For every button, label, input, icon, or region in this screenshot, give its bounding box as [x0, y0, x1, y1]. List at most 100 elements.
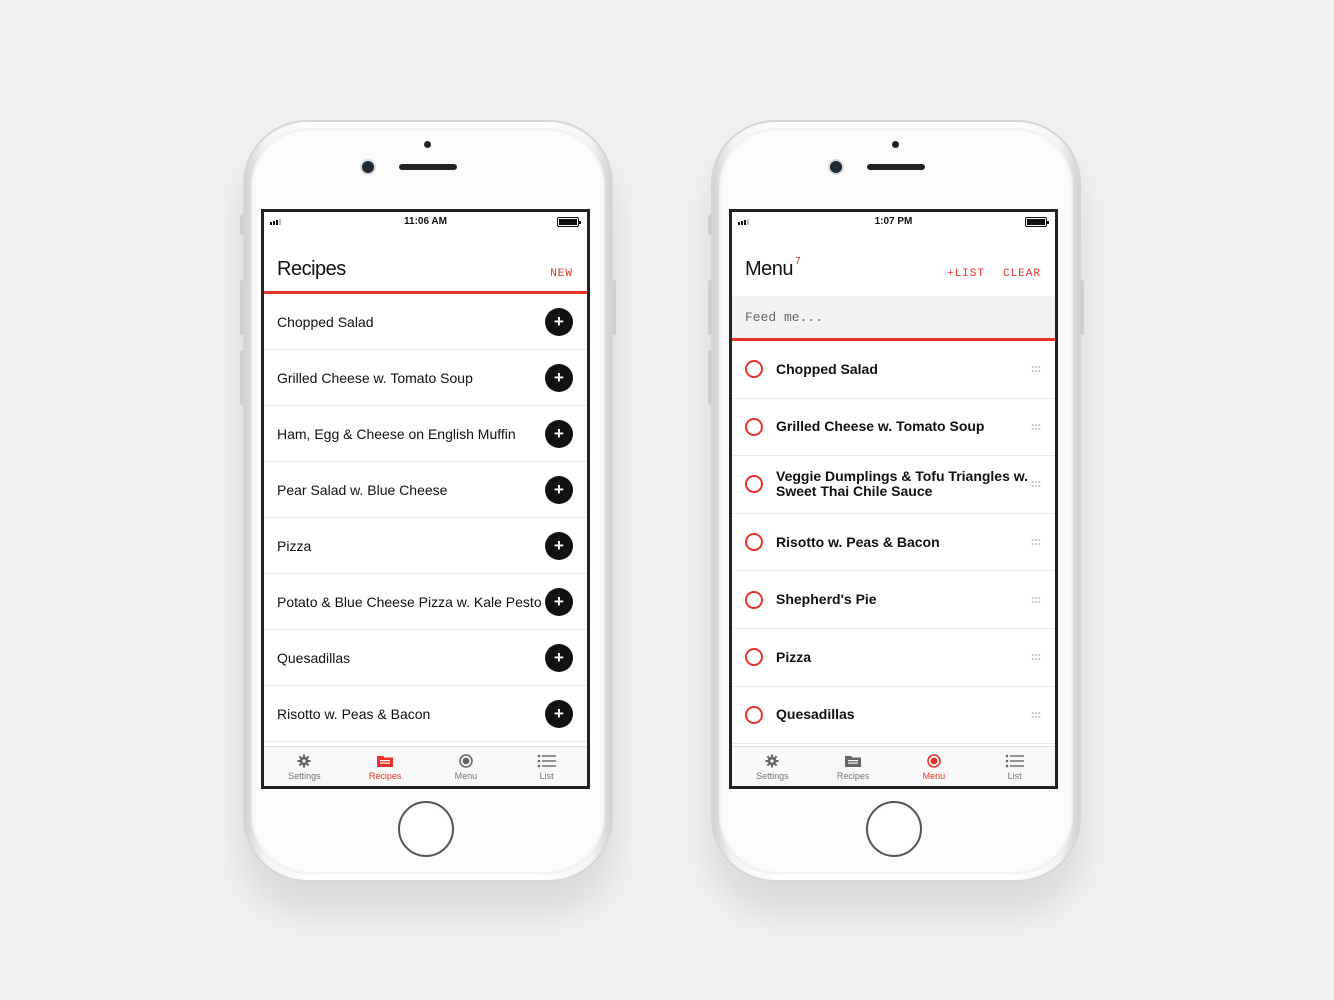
check-circle-icon[interactable] — [745, 417, 763, 436]
target-icon — [927, 753, 941, 769]
feed-input-bar — [732, 296, 1055, 341]
recipe-name: Risotto w. Peas & Bacon — [277, 705, 431, 722]
list-item[interactable]: Chopped Salad + — [264, 294, 587, 350]
earpiece-speaker — [399, 164, 457, 170]
front-camera — [830, 161, 842, 173]
tab-label: Menu — [454, 771, 478, 781]
menu-screen: 1:07 PM Menu7 +LIST CLEAR Chopped SaladG… — [729, 209, 1058, 789]
check-circle-icon[interactable] — [745, 533, 763, 552]
add-to-menu-button[interactable]: + — [545, 531, 573, 560]
tab-label: List — [1007, 771, 1022, 781]
list-item[interactable]: Ham, Egg & Cheese on English Muffin + — [264, 406, 587, 462]
add-to-menu-button[interactable]: + — [545, 587, 573, 616]
home-button[interactable] — [866, 801, 922, 857]
drag-handle-icon[interactable] — [1031, 538, 1041, 547]
tab-list[interactable]: List — [506, 747, 587, 786]
battery-icon — [1025, 217, 1049, 227]
recipes-header: Recipes NEW — [264, 232, 587, 294]
tab-menu[interactable]: Menu — [894, 747, 975, 786]
drag-handle-icon[interactable] — [1031, 710, 1041, 719]
list-item[interactable]: Quesadillas — [732, 687, 1055, 745]
plus-icon: + — [554, 536, 564, 555]
home-button[interactable] — [398, 801, 454, 857]
add-to-menu-button[interactable]: + — [545, 475, 573, 504]
list-item[interactable]: Pizza + — [264, 518, 587, 574]
power-button — [1080, 280, 1084, 335]
check-circle-icon[interactable] — [745, 705, 763, 724]
tab-recipes[interactable]: Recipes — [813, 747, 894, 786]
tab-settings[interactable]: Settings — [264, 747, 345, 786]
list-item[interactable]: Risotto w. Peas & Bacon + — [264, 686, 587, 742]
check-circle-icon[interactable] — [745, 590, 763, 609]
menu-item-name: Pizza — [776, 648, 812, 665]
feed-me-input[interactable] — [745, 309, 1042, 325]
plus-icon: + — [554, 424, 564, 443]
list-item[interactable]: Grilled Cheese w. Tomato Soup — [732, 399, 1055, 457]
list-item[interactable]: Risotto w. Peas & Bacon — [732, 514, 1055, 572]
tab-label: Menu — [922, 771, 946, 781]
tab-label: Recipes — [368, 771, 402, 781]
recipe-name: Potato & Blue Cheese Pizza w. Kale Pesto — [277, 593, 542, 610]
proximity-sensor — [424, 141, 431, 148]
check-circle-icon[interactable] — [745, 648, 763, 667]
list-item[interactable]: Quesadillas + — [264, 630, 587, 686]
add-to-menu-button[interactable]: + — [545, 363, 573, 392]
list-item[interactable]: Veggie Dumplings & Tofu Triangles w. Swe… — [732, 456, 1055, 514]
drag-handle-icon[interactable] — [1031, 422, 1041, 431]
drag-handle-icon[interactable] — [1031, 653, 1041, 662]
check-circle-icon[interactable] — [745, 475, 763, 494]
phone-right: 1:07 PM Menu7 +LIST CLEAR Chopped SaladG… — [708, 120, 1084, 882]
list-item[interactable]: Shepherd's Pie — [732, 571, 1055, 629]
drag-handle-icon[interactable] — [1031, 365, 1041, 374]
add-to-menu-button[interactable]: + — [545, 699, 573, 728]
new-recipe-button[interactable]: NEW — [550, 268, 573, 280]
tab-list[interactable]: List — [974, 747, 1055, 786]
recipe-name: Quesadillas — [277, 649, 351, 666]
list-item[interactable]: Potato & Blue Cheese Pizza w. Kale Pesto… — [264, 574, 587, 630]
drag-handle-icon[interactable] — [1031, 480, 1041, 489]
status-time: 1:07 PM — [874, 216, 913, 227]
volume-down-button — [240, 350, 244, 405]
tab-menu[interactable]: Menu — [426, 747, 507, 786]
tab-label: Settings — [756, 771, 789, 781]
menu-header: Menu 7 +LIST CLEAR — [732, 232, 1055, 296]
list-icon — [1005, 753, 1025, 769]
recipes-screen: 11:06 AM Recipes NEW Chopped Salad + Grill… — [261, 209, 590, 789]
volume-down-button — [708, 350, 712, 405]
clear-menu-button[interactable]: CLEAR — [1003, 268, 1041, 280]
add-to-list-button[interactable]: +LIST — [947, 268, 985, 280]
recipe-name: Grilled Cheese w. Tomato Soup — [277, 369, 473, 386]
menu-item-name: Shepherd's Pie — [776, 591, 877, 608]
tab-bar: Settings Recipes Menu List — [264, 746, 587, 786]
tab-recipes[interactable]: Recipes — [345, 747, 426, 786]
menu-item-name: Quesadillas — [776, 706, 855, 723]
check-circle-icon[interactable] — [745, 360, 763, 379]
phone-left: 11:06 AM Recipes NEW Chopped Salad + Grill… — [240, 120, 616, 882]
tab-settings[interactable]: Settings — [732, 747, 813, 786]
folder-icon — [376, 753, 394, 769]
list-item[interactable]: Pizza — [732, 629, 1055, 687]
gear-icon — [765, 753, 779, 769]
add-to-menu-button[interactable]: + — [545, 419, 573, 448]
power-button — [612, 280, 616, 335]
list-item[interactable]: Chopped Salad — [732, 341, 1055, 399]
plus-icon: + — [554, 312, 564, 331]
page-title: Menu 7 — [745, 256, 801, 281]
status-bar: 11:06 AM — [264, 212, 587, 232]
recipe-name: Ham, Egg & Cheese on English Muffin — [277, 425, 516, 442]
drag-handle-icon[interactable] — [1031, 595, 1041, 604]
volume-up-button — [240, 280, 244, 335]
menu-list: Chopped Salad Grilled Cheese w. Tomato So… — [732, 341, 1055, 745]
recipe-name: Pizza — [277, 537, 312, 554]
volume-up-button — [708, 280, 712, 335]
add-to-menu-button[interactable]: + — [545, 643, 573, 672]
list-item[interactable]: Pear Salad w. Blue Cheese + — [264, 462, 587, 518]
add-to-menu-button[interactable]: + — [545, 307, 573, 336]
earpiece-speaker — [867, 164, 925, 170]
folder-icon — [844, 753, 862, 769]
list-item[interactable]: Grilled Cheese w. Tomato Soup + — [264, 350, 587, 406]
recipe-name: Chopped Salad — [277, 313, 374, 330]
proximity-sensor — [892, 141, 899, 148]
front-camera — [362, 161, 374, 173]
list-icon — [537, 753, 557, 769]
